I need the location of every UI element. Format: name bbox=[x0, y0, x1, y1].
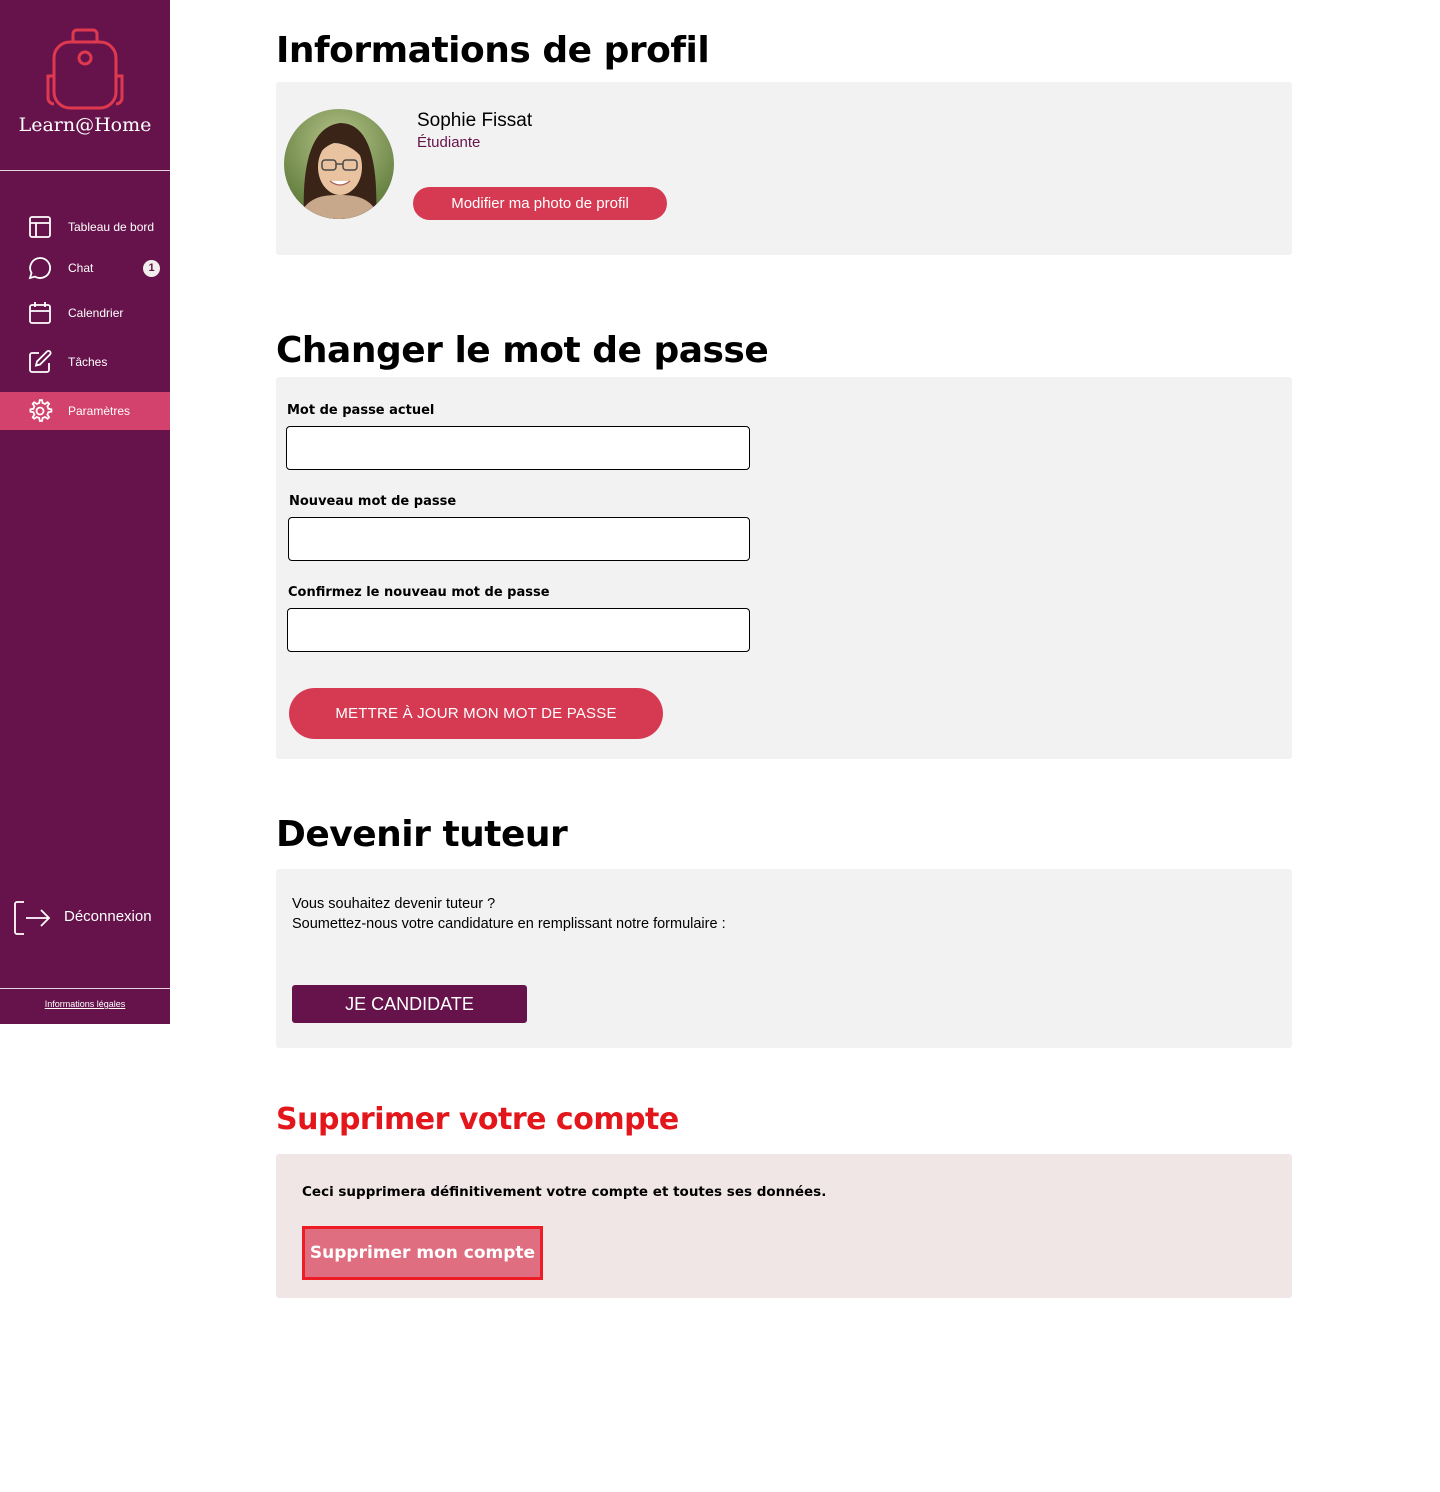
apply-button[interactable]: JE CANDIDATE bbox=[292, 985, 527, 1023]
sidebar-item-label: Tâches bbox=[68, 355, 108, 369]
sidebar-item-settings[interactable]: Paramètres bbox=[0, 392, 170, 430]
new-password-input[interactable] bbox=[288, 517, 750, 561]
gear-icon bbox=[29, 399, 53, 422]
calendar-icon bbox=[29, 302, 51, 324]
current-password-label: Mot de passe actuel bbox=[287, 403, 435, 418]
sidebar-item-calendar[interactable]: Calendrier bbox=[0, 294, 170, 332]
change-photo-button[interactable]: Modifier ma photo de profil bbox=[413, 187, 667, 220]
sidebar-footer-divider bbox=[0, 988, 170, 989]
profile-role: Étudiante bbox=[417, 134, 481, 151]
delete-section-title: Supprimer votre compte bbox=[276, 1102, 679, 1137]
password-section-title: Changer le mot de passe bbox=[276, 330, 769, 371]
logout-label: Déconnexion bbox=[64, 908, 152, 925]
new-password-label: Nouveau mot de passe bbox=[289, 494, 457, 509]
logout-icon bbox=[14, 901, 51, 935]
sidebar-item-tasks[interactable]: Tâches bbox=[0, 343, 170, 381]
app-name: Learn@Home bbox=[18, 114, 152, 136]
sidebar: Learn@Home Tableau de bord Chat 1 Calend… bbox=[0, 0, 170, 1024]
tutor-description: Vous souhaitez devenir tuteur ? Soumette… bbox=[292, 894, 726, 934]
logout-button[interactable]: Déconnexion bbox=[0, 896, 170, 940]
sidebar-divider bbox=[0, 170, 170, 171]
backpack-logo-icon bbox=[46, 28, 124, 110]
avatar bbox=[284, 109, 394, 219]
sidebar-item-label: Tableau de bord bbox=[68, 220, 155, 234]
layout-icon bbox=[29, 216, 51, 238]
sidebar-item-chat[interactable]: Chat 1 bbox=[0, 249, 170, 287]
legal-info-link[interactable]: Informations légales bbox=[0, 999, 170, 1009]
edit-icon bbox=[29, 350, 52, 373]
chat-bubble-icon bbox=[28, 257, 51, 280]
profile-section-title: Informations de profil bbox=[276, 30, 710, 71]
unread-badge: 1 bbox=[143, 259, 160, 277]
tutor-card: Vous souhaitez devenir tuteur ? Soumette… bbox=[276, 869, 1292, 1048]
avatar-photo bbox=[284, 109, 394, 219]
delete-warning-text: Ceci supprimera définitivement votre com… bbox=[302, 1184, 827, 1200]
current-password-input[interactable] bbox=[286, 426, 750, 470]
update-password-button[interactable]: METTRE À JOUR MON MOT DE PASSE bbox=[289, 688, 663, 739]
sidebar-item-label: Paramètres bbox=[68, 404, 131, 418]
password-card: Mot de passe actuel Nouveau mot de passe… bbox=[276, 377, 1292, 759]
delete-account-card: Ceci supprimera définitivement votre com… bbox=[276, 1154, 1292, 1298]
sidebar-item-label: Chat bbox=[68, 261, 94, 275]
tutor-section-title: Devenir tuteur bbox=[276, 814, 568, 855]
tutor-text-line: Vous souhaitez devenir tuteur ? bbox=[292, 896, 496, 912]
profile-card: Sophie Fissat Étudiante Modifier ma phot… bbox=[276, 82, 1292, 255]
confirm-password-input[interactable] bbox=[287, 608, 750, 652]
tutor-text-line: Soumettez-nous votre candidature en remp… bbox=[292, 916, 726, 932]
sidebar-item-dashboard[interactable]: Tableau de bord bbox=[0, 208, 170, 246]
confirm-password-label: Confirmez le nouveau mot de passe bbox=[288, 585, 550, 600]
sidebar-item-label: Calendrier bbox=[68, 306, 124, 320]
delete-account-button[interactable]: Supprimer mon compte bbox=[302, 1226, 543, 1280]
profile-name: Sophie Fissat bbox=[417, 110, 533, 131]
